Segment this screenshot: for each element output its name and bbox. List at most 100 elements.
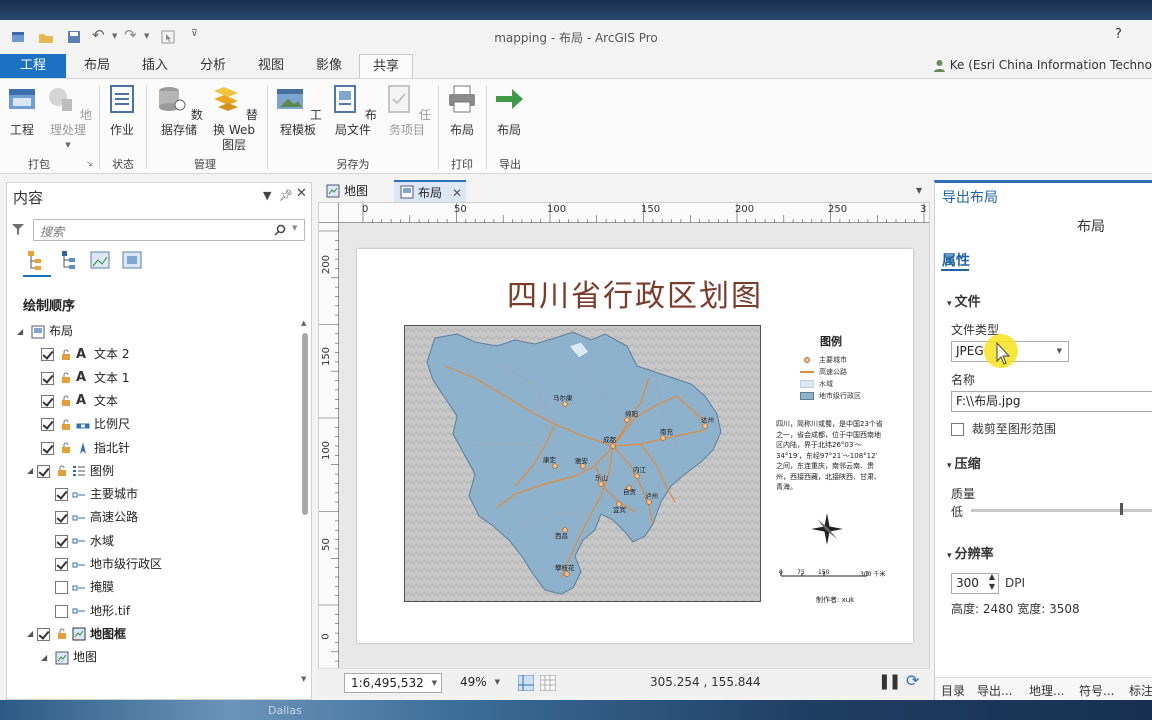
- tab-list-icon[interactable]: ▼: [916, 186, 922, 195]
- map-frame[interactable]: 马尔康 绵阳 南充 达州 成都 康定 雅安 乐山 内江 自贡 宜宾 泸州 西昌 …: [404, 325, 761, 602]
- visibility-checkbox[interactable]: [55, 558, 68, 571]
- tree-row-layout[interactable]: ◢ 布局: [17, 321, 73, 341]
- list-by-selection-icon[interactable]: [89, 249, 113, 273]
- tab-layout-view[interactable]: 布局 ✕: [394, 180, 466, 202]
- list-by-drawing-order-icon[interactable]: [25, 249, 49, 273]
- dpi-stepper-icon[interactable]: ▲ ▼: [989, 572, 995, 592]
- tree-row-text-2[interactable]: A 文本 2: [41, 344, 129, 364]
- list-by-editing-icon[interactable]: [121, 249, 145, 273]
- geoprocessing-package-button[interactable]: 地理处理 ▼: [42, 83, 94, 153]
- lock-icon[interactable]: [60, 349, 72, 361]
- tab-labeling[interactable]: 标注: [1129, 682, 1152, 699]
- tree-row-admin-districts[interactable]: 地市级行政区: [55, 554, 162, 574]
- tree-row-highways[interactable]: 高速公路: [55, 507, 138, 527]
- tree-row-map[interactable]: ◢ 地图: [41, 647, 97, 667]
- visibility-checkbox[interactable]: [41, 441, 54, 455]
- map-title-text[interactable]: 四川省行政区划图: [357, 271, 913, 315]
- tab-analysis[interactable]: 分析: [190, 54, 236, 78]
- tab-geoprocessing[interactable]: 地理...: [1029, 682, 1064, 699]
- refresh-icon[interactable]: ⟳: [906, 671, 919, 690]
- tree-row-water[interactable]: 水域: [55, 531, 114, 551]
- search-input[interactable]: 搜索 ▼: [33, 219, 305, 241]
- tab-project[interactable]: 工程: [0, 54, 66, 78]
- tab-properties[interactable]: 属性: [942, 250, 970, 270]
- tree-row-text-1[interactable]: A 文本 1: [41, 368, 129, 388]
- visibility-checkbox[interactable]: [41, 394, 54, 408]
- project-template-button[interactable]: 工程模板: [272, 83, 324, 138]
- zoom-selector[interactable]: 49% ▼: [454, 673, 504, 693]
- layout-page[interactable]: 四川省行政区划图 马尔康 绵阳 南充 达州 成都 康定 雅安 乐山 内江 自贡 …: [357, 249, 913, 643]
- visibility-checkbox[interactable]: [41, 371, 54, 385]
- tab-view[interactable]: 视图: [248, 54, 294, 78]
- dpi-input[interactable]: 300 ▲ ▼: [951, 572, 999, 594]
- tree-row-text[interactable]: A 文本: [41, 391, 118, 411]
- north-arrow-icon[interactable]: [809, 511, 845, 547]
- lock-icon[interactable]: [60, 419, 72, 431]
- search-dropdown-icon[interactable]: ▼: [292, 224, 297, 232]
- tree-row-mask[interactable]: 掩膜: [55, 577, 114, 597]
- lock-icon[interactable]: [60, 395, 72, 407]
- visibility-checkbox[interactable]: [55, 581, 68, 595]
- expand-triangle-icon[interactable]: ◢: [27, 461, 37, 481]
- tree-row-scale-bar[interactable]: 比例尺: [41, 414, 130, 434]
- close-icon[interactable]: ✕: [296, 186, 307, 201]
- lock-icon[interactable]: [56, 465, 68, 477]
- tab-symbology[interactable]: 符号...: [1079, 682, 1114, 699]
- print-layout-button[interactable]: 布局: [443, 83, 481, 138]
- tree-row-main-cities[interactable]: 主要城市: [55, 484, 138, 504]
- task-item-button[interactable]: 任务项目: [380, 83, 434, 138]
- package-project-button[interactable]: 工程: [4, 83, 40, 138]
- file-type-dropdown-icon[interactable]: ▼: [1057, 342, 1062, 361]
- visibility-checkbox[interactable]: [55, 604, 68, 618]
- data-store-button[interactable]: 数据存储: [152, 83, 206, 138]
- contents-scrollbar[interactable]: ▲ ▼: [301, 319, 309, 687]
- filter-icon[interactable]: [11, 222, 25, 236]
- export-layout-button[interactable]: 布局: [490, 83, 528, 138]
- tab-layout[interactable]: 布局: [74, 54, 120, 78]
- layout-view[interactable]: 0 50 100 150 200 250 3 200 150 100 50 0 …: [318, 202, 930, 670]
- zoom-dropdown-icon[interactable]: ▼: [495, 673, 500, 691]
- file-section-header[interactable]: ▾ 文件: [947, 291, 981, 310]
- guides-icon[interactable]: [518, 675, 534, 691]
- visibility-checkbox[interactable]: [41, 348, 54, 362]
- scale-dropdown-icon[interactable]: ▼: [432, 674, 437, 692]
- pin-icon[interactable]: 📌︎: [279, 189, 293, 202]
- tab-share[interactable]: 共享: [359, 54, 413, 78]
- lock-icon[interactable]: [60, 442, 72, 454]
- compression-section-header[interactable]: ▾ 压缩: [947, 453, 981, 472]
- description-text[interactable]: 四川，简称川或蜀，是中国23个省之一，省会成都，位于中国西南地区内陆，界于北纬2…: [776, 419, 884, 493]
- tree-row-map-frame[interactable]: ◢ 地图框: [27, 624, 126, 644]
- expand-triangle-icon[interactable]: ◢: [27, 624, 37, 644]
- tab-catalog[interactable]: 目录: [941, 682, 965, 699]
- visibility-checkbox[interactable]: [55, 488, 68, 502]
- clip-checkbox[interactable]: [951, 423, 964, 436]
- list-by-source-icon[interactable]: [59, 249, 83, 273]
- close-tab-icon[interactable]: ✕: [452, 182, 462, 204]
- expand-triangle-icon[interactable]: ◢: [17, 322, 27, 342]
- tree-row-terrain-tif[interactable]: 地形.tif: [55, 601, 130, 621]
- pane-options-icon[interactable]: ▼: [263, 189, 271, 202]
- file-name-input[interactable]: F:\\布局.jpg: [951, 391, 1152, 412]
- quality-slider-thumb[interactable]: [1120, 503, 1124, 515]
- clip-to-graphics-option[interactable]: 裁剪至图形范围: [951, 420, 1056, 437]
- group-launcher-icon[interactable]: ↘: [86, 159, 93, 168]
- visibility-checkbox[interactable]: [55, 511, 68, 525]
- user-account[interactable]: Ke (Esri China Information Techno: [933, 58, 1152, 72]
- tab-insert[interactable]: 插入: [132, 54, 178, 78]
- geoprocessing-dropdown-icon[interactable]: ▼: [42, 138, 94, 153]
- tab-imagery[interactable]: 影像: [306, 54, 352, 78]
- expand-triangle-icon[interactable]: ◢: [41, 648, 51, 668]
- help-button[interactable]: ?: [1115, 27, 1122, 42]
- scroll-up-icon[interactable]: ▲: [301, 319, 306, 327]
- resolution-section-header[interactable]: ▾ 分辨率: [947, 543, 994, 562]
- job-status-button[interactable]: 作业: [104, 83, 140, 138]
- tab-export[interactable]: 导出...: [977, 682, 1012, 699]
- visibility-checkbox[interactable]: [37, 627, 50, 641]
- lock-icon[interactable]: [56, 628, 68, 640]
- legend-title[interactable]: 图例: [820, 333, 842, 349]
- scroll-down-icon[interactable]: ▼: [301, 675, 306, 683]
- visibility-checkbox[interactable]: [41, 418, 54, 432]
- replace-web-layer-button[interactable]: 替换 Web 图层: [206, 83, 262, 153]
- scale-selector[interactable]: 1:6,495,532 ▼: [344, 673, 442, 693]
- pause-drawing-icon[interactable]: ❚❚: [878, 672, 901, 690]
